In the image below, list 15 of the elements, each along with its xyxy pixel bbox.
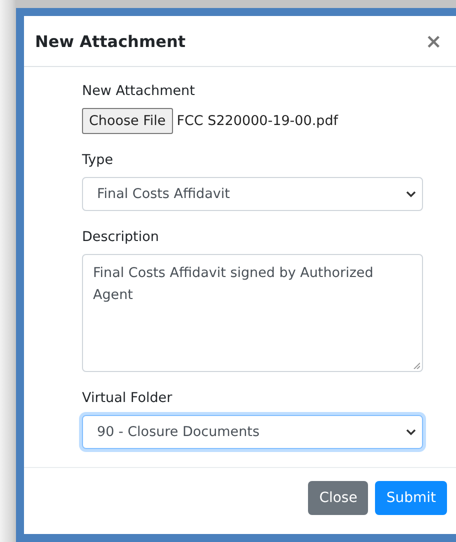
select-field[interactable]: Final Costs Affidavit <box>82 177 423 212</box>
chevron-down-icon <box>406 428 416 436</box>
resize-handle-icon[interactable] <box>413 362 420 370</box>
chevron-down-icon <box>406 190 416 198</box>
choose-file-button[interactable]: Choose File <box>82 108 173 134</box>
field-label: New Attachment <box>82 83 196 100</box>
select-field[interactable]: 90 - Closure Documents <box>82 415 423 450</box>
close-button[interactable]: Close <box>308 481 368 516</box>
field-label: Description <box>82 229 160 246</box>
field-label: Virtual Folder <box>82 390 174 406</box>
field-label: Type <box>82 152 114 168</box>
description-field[interactable]: Final Costs Affidavit signed by Authorized Agent <box>82 254 423 372</box>
dialog-title: New Attachment <box>35 32 186 51</box>
file-name: FCC S220000-19-00.pdf <box>176 113 338 130</box>
close-button[interactable]: × <box>421 29 446 54</box>
